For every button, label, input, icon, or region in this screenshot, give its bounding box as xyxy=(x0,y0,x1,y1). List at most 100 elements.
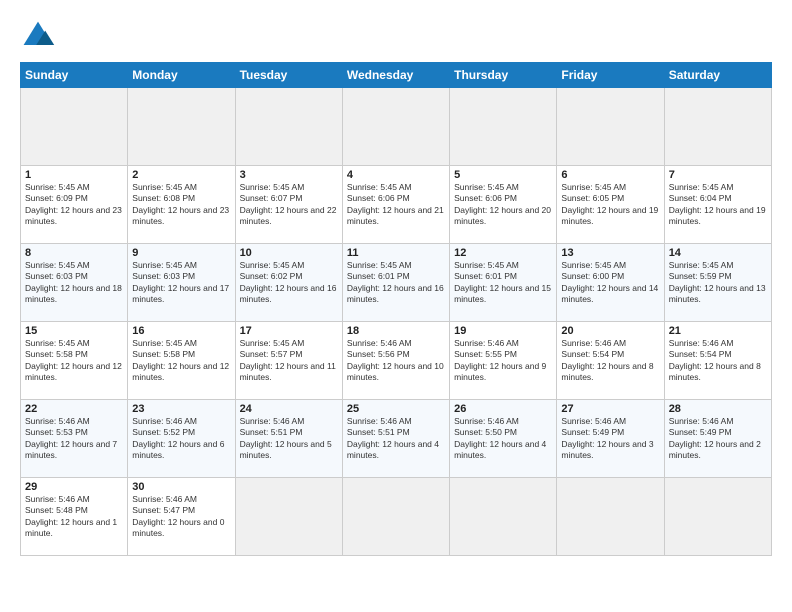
calendar-day: 21 Sunrise: 5:46 AM Sunset: 5:54 PM Dayl… xyxy=(664,322,771,400)
day-info: Sunrise: 5:46 AM Sunset: 5:53 PM Dayligh… xyxy=(25,416,123,462)
calendar-day xyxy=(342,88,449,166)
calendar-day: 2 Sunrise: 5:45 AM Sunset: 6:08 PM Dayli… xyxy=(128,166,235,244)
day-info: Sunrise: 5:45 AM Sunset: 5:58 PM Dayligh… xyxy=(25,338,123,384)
calendar-day: 4 Sunrise: 5:45 AM Sunset: 6:06 PM Dayli… xyxy=(342,166,449,244)
calendar-day xyxy=(21,88,128,166)
weekday-header-sunday: Sunday xyxy=(21,63,128,88)
calendar-day: 17 Sunrise: 5:45 AM Sunset: 5:57 PM Dayl… xyxy=(235,322,342,400)
calendar-day xyxy=(664,88,771,166)
calendar-day: 16 Sunrise: 5:45 AM Sunset: 5:58 PM Dayl… xyxy=(128,322,235,400)
calendar-day xyxy=(557,88,664,166)
day-info: Sunrise: 5:45 AM Sunset: 6:04 PM Dayligh… xyxy=(669,182,767,228)
calendar-day: 13 Sunrise: 5:45 AM Sunset: 6:00 PM Dayl… xyxy=(557,244,664,322)
day-info: Sunrise: 5:46 AM Sunset: 5:52 PM Dayligh… xyxy=(132,416,230,462)
weekday-header-tuesday: Tuesday xyxy=(235,63,342,88)
calendar-day: 28 Sunrise: 5:46 AM Sunset: 5:49 PM Dayl… xyxy=(664,400,771,478)
weekday-header-monday: Monday xyxy=(128,63,235,88)
day-number: 6 xyxy=(561,169,659,181)
day-info: Sunrise: 5:46 AM Sunset: 5:55 PM Dayligh… xyxy=(454,338,552,384)
calendar-day xyxy=(342,478,449,556)
day-info: Sunrise: 5:45 AM Sunset: 6:08 PM Dayligh… xyxy=(132,182,230,228)
day-info: Sunrise: 5:46 AM Sunset: 5:54 PM Dayligh… xyxy=(669,338,767,384)
day-info: Sunrise: 5:46 AM Sunset: 5:54 PM Dayligh… xyxy=(561,338,659,384)
weekday-header-friday: Friday xyxy=(557,63,664,88)
day-info: Sunrise: 5:46 AM Sunset: 5:49 PM Dayligh… xyxy=(561,416,659,462)
day-number: 17 xyxy=(240,325,338,337)
day-info: Sunrise: 5:45 AM Sunset: 6:00 PM Dayligh… xyxy=(561,260,659,306)
day-number: 10 xyxy=(240,247,338,259)
calendar-day xyxy=(557,478,664,556)
day-info: Sunrise: 5:45 AM Sunset: 6:06 PM Dayligh… xyxy=(454,182,552,228)
calendar-day: 14 Sunrise: 5:45 AM Sunset: 5:59 PM Dayl… xyxy=(664,244,771,322)
header xyxy=(20,18,772,54)
calendar-week-3: 8 Sunrise: 5:45 AM Sunset: 6:03 PM Dayli… xyxy=(21,244,772,322)
day-info: Sunrise: 5:45 AM Sunset: 6:03 PM Dayligh… xyxy=(25,260,123,306)
calendar-week-6: 29 Sunrise: 5:46 AM Sunset: 5:48 PM Dayl… xyxy=(21,478,772,556)
day-number: 29 xyxy=(25,481,123,493)
calendar-day xyxy=(664,478,771,556)
day-number: 5 xyxy=(454,169,552,181)
calendar-day: 30 Sunrise: 5:46 AM Sunset: 5:47 PM Dayl… xyxy=(128,478,235,556)
day-info: Sunrise: 5:45 AM Sunset: 6:01 PM Dayligh… xyxy=(454,260,552,306)
day-number: 11 xyxy=(347,247,445,259)
day-number: 1 xyxy=(25,169,123,181)
calendar-week-2: 1 Sunrise: 5:45 AM Sunset: 6:09 PM Dayli… xyxy=(21,166,772,244)
day-info: Sunrise: 5:45 AM Sunset: 5:57 PM Dayligh… xyxy=(240,338,338,384)
day-info: Sunrise: 5:45 AM Sunset: 6:05 PM Dayligh… xyxy=(561,182,659,228)
logo-icon xyxy=(20,18,56,54)
day-number: 20 xyxy=(561,325,659,337)
day-number: 23 xyxy=(132,403,230,415)
calendar-week-5: 22 Sunrise: 5:46 AM Sunset: 5:53 PM Dayl… xyxy=(21,400,772,478)
day-info: Sunrise: 5:46 AM Sunset: 5:50 PM Dayligh… xyxy=(454,416,552,462)
day-info: Sunrise: 5:46 AM Sunset: 5:51 PM Dayligh… xyxy=(347,416,445,462)
calendar-day: 9 Sunrise: 5:45 AM Sunset: 6:03 PM Dayli… xyxy=(128,244,235,322)
calendar-table: SundayMondayTuesdayWednesdayThursdayFrid… xyxy=(20,62,772,556)
calendar-day: 10 Sunrise: 5:45 AM Sunset: 6:02 PM Dayl… xyxy=(235,244,342,322)
day-info: Sunrise: 5:45 AM Sunset: 6:01 PM Dayligh… xyxy=(347,260,445,306)
day-number: 25 xyxy=(347,403,445,415)
day-number: 8 xyxy=(25,247,123,259)
day-info: Sunrise: 5:46 AM Sunset: 5:47 PM Dayligh… xyxy=(132,494,230,540)
day-number: 30 xyxy=(132,481,230,493)
calendar-day: 8 Sunrise: 5:45 AM Sunset: 6:03 PM Dayli… xyxy=(21,244,128,322)
page: SundayMondayTuesdayWednesdayThursdayFrid… xyxy=(0,0,792,612)
day-number: 2 xyxy=(132,169,230,181)
day-info: Sunrise: 5:46 AM Sunset: 5:49 PM Dayligh… xyxy=(669,416,767,462)
calendar-day: 15 Sunrise: 5:45 AM Sunset: 5:58 PM Dayl… xyxy=(21,322,128,400)
calendar-day xyxy=(450,478,557,556)
weekday-header-saturday: Saturday xyxy=(664,63,771,88)
day-info: Sunrise: 5:45 AM Sunset: 6:02 PM Dayligh… xyxy=(240,260,338,306)
calendar-day: 20 Sunrise: 5:46 AM Sunset: 5:54 PM Dayl… xyxy=(557,322,664,400)
day-number: 22 xyxy=(25,403,123,415)
day-info: Sunrise: 5:46 AM Sunset: 5:51 PM Dayligh… xyxy=(240,416,338,462)
day-number: 27 xyxy=(561,403,659,415)
day-number: 15 xyxy=(25,325,123,337)
weekday-header-row: SundayMondayTuesdayWednesdayThursdayFrid… xyxy=(21,63,772,88)
day-number: 18 xyxy=(347,325,445,337)
day-number: 28 xyxy=(669,403,767,415)
day-info: Sunrise: 5:46 AM Sunset: 5:56 PM Dayligh… xyxy=(347,338,445,384)
day-number: 12 xyxy=(454,247,552,259)
day-number: 14 xyxy=(669,247,767,259)
calendar-day: 25 Sunrise: 5:46 AM Sunset: 5:51 PM Dayl… xyxy=(342,400,449,478)
calendar-day: 5 Sunrise: 5:45 AM Sunset: 6:06 PM Dayli… xyxy=(450,166,557,244)
calendar-day: 23 Sunrise: 5:46 AM Sunset: 5:52 PM Dayl… xyxy=(128,400,235,478)
day-number: 7 xyxy=(669,169,767,181)
calendar-day: 12 Sunrise: 5:45 AM Sunset: 6:01 PM Dayl… xyxy=(450,244,557,322)
calendar-day xyxy=(235,88,342,166)
calendar-day: 27 Sunrise: 5:46 AM Sunset: 5:49 PM Dayl… xyxy=(557,400,664,478)
calendar-day: 1 Sunrise: 5:45 AM Sunset: 6:09 PM Dayli… xyxy=(21,166,128,244)
calendar-week-4: 15 Sunrise: 5:45 AM Sunset: 5:58 PM Dayl… xyxy=(21,322,772,400)
calendar-day: 7 Sunrise: 5:45 AM Sunset: 6:04 PM Dayli… xyxy=(664,166,771,244)
calendar-day: 6 Sunrise: 5:45 AM Sunset: 6:05 PM Dayli… xyxy=(557,166,664,244)
day-number: 16 xyxy=(132,325,230,337)
day-number: 21 xyxy=(669,325,767,337)
calendar-day: 11 Sunrise: 5:45 AM Sunset: 6:01 PM Dayl… xyxy=(342,244,449,322)
calendar-day xyxy=(128,88,235,166)
calendar-day: 22 Sunrise: 5:46 AM Sunset: 5:53 PM Dayl… xyxy=(21,400,128,478)
calendar-day: 3 Sunrise: 5:45 AM Sunset: 6:07 PM Dayli… xyxy=(235,166,342,244)
day-info: Sunrise: 5:45 AM Sunset: 6:03 PM Dayligh… xyxy=(132,260,230,306)
calendar-day: 24 Sunrise: 5:46 AM Sunset: 5:51 PM Dayl… xyxy=(235,400,342,478)
day-number: 3 xyxy=(240,169,338,181)
day-info: Sunrise: 5:45 AM Sunset: 6:09 PM Dayligh… xyxy=(25,182,123,228)
